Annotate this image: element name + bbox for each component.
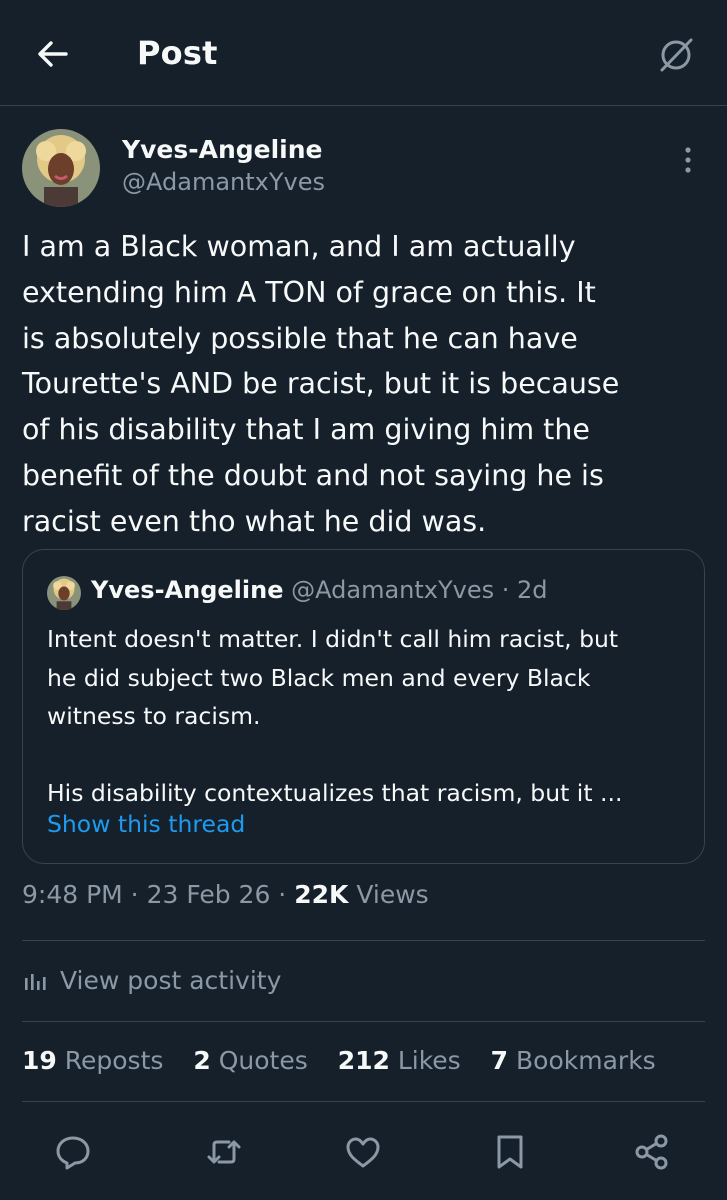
views-label: Views (348, 880, 429, 909)
stat-likes[interactable]: 212 Likes (338, 1046, 461, 1075)
stat-reposts[interactable]: 19 Reposts (22, 1046, 163, 1075)
avatar[interactable] (22, 129, 100, 207)
analytics-icon (25, 974, 46, 990)
grok-icon (660, 38, 693, 72)
quoted-text-line: Intent doesn't matter. I didn't call him… (47, 625, 619, 653)
post-text-line: Tourette's AND be racist, but it is beca… (22, 367, 620, 401)
post-text-line: benefit of the doubt and not saying he i… (22, 458, 604, 492)
stat-count: 7 (490, 1046, 509, 1075)
more-vertical-icon (685, 147, 691, 173)
reply-icon (56, 1136, 90, 1170)
quoted-avatar-image (47, 576, 81, 610)
post-timestamp: 9:48 PM · 23 Feb 26 · 22K Views (22, 880, 429, 909)
avatar-image (22, 129, 100, 207)
divider (22, 940, 705, 941)
time-date: 9:48 PM · 23 Feb 26 · (22, 880, 295, 909)
quoted-author-name: Yves-Angeline (91, 576, 284, 604)
stat-count: 212 (337, 1046, 390, 1075)
quoted-post-text: Intent doesn't matter. I didn't call him… (47, 620, 687, 813)
share-button[interactable] (630, 1130, 674, 1174)
post-text-line: is absolutely possible that he can have (22, 321, 578, 355)
stat-label: Reposts (64, 1046, 164, 1075)
post-text-line: of his disability that I am giving him t… (22, 413, 590, 447)
grok-button[interactable] (654, 32, 698, 76)
view-post-activity-label: View post activity (60, 965, 282, 995)
post-text-line: I am a Black woman, and I am actually (22, 230, 576, 263)
quoted-text-line: His disability contextualizes that racis… (47, 779, 623, 807)
arrow-left-icon (38, 41, 68, 67)
divider (22, 1101, 705, 1102)
share-icon (635, 1134, 668, 1170)
quoted-author-meta: @AdamantxYves · 2d (291, 576, 547, 604)
reply-button[interactable] (51, 1130, 95, 1174)
quoted-text-line: witness to racism. (47, 702, 261, 730)
more-options-button[interactable] (672, 142, 704, 182)
like-icon (346, 1137, 380, 1168)
repost-icon (207, 1140, 241, 1164)
post-text-line: racist even tho what he did was. (22, 504, 487, 538)
bookmark-button[interactable] (488, 1130, 532, 1174)
quoted-handle-time: @AdamantxYves · 2d (291, 576, 548, 604)
show-thread-link[interactable]: Show this thread (47, 810, 245, 838)
post-screen: Post Yves-Angeline @AdamantxYves I am a … (0, 0, 727, 1200)
stat-label: Quotes (218, 1046, 308, 1075)
stat-label: Likes (397, 1046, 461, 1075)
stat-bookmarks[interactable]: 7 Bookmarks (491, 1046, 656, 1075)
stat-label: Bookmarks (516, 1046, 656, 1075)
stat-count: 2 (193, 1046, 211, 1075)
view-post-activity-button[interactable]: View post activity (22, 960, 281, 1000)
quoted-text-line (47, 736, 687, 775)
bookmark-icon (497, 1135, 523, 1169)
divider (22, 1021, 705, 1022)
page-title: Post (137, 34, 218, 72)
author-name[interactable]: Yves-Angeline (122, 135, 323, 164)
post-text-line: extending him A TON of grace on this. It (22, 275, 596, 309)
repost-button[interactable] (202, 1130, 246, 1174)
stat-quotes[interactable]: 2 Quotes (193, 1046, 307, 1075)
like-button[interactable] (341, 1130, 385, 1174)
engagement-stats: 19 Reposts 2 Quotes 212 Likes 7 Bookmark… (22, 1046, 678, 1075)
stat-count: 19 (22, 1046, 57, 1075)
post-text: I am a Black woman, and I am actually ex… (22, 224, 712, 545)
quoted-post-card[interactable]: Yves-Angeline @AdamantxYves · 2d Intent … (22, 549, 705, 864)
quoted-post-header: Yves-Angeline @AdamantxYves · 2d (91, 576, 548, 604)
top-bar: Post (0, 0, 727, 106)
views-count: 22K (294, 880, 349, 909)
quoted-avatar (47, 576, 81, 610)
author-handle: @AdamantxYves (122, 168, 325, 196)
quoted-text-line: he did subject two Black men and every B… (47, 663, 591, 692)
back-button[interactable] (30, 32, 74, 76)
